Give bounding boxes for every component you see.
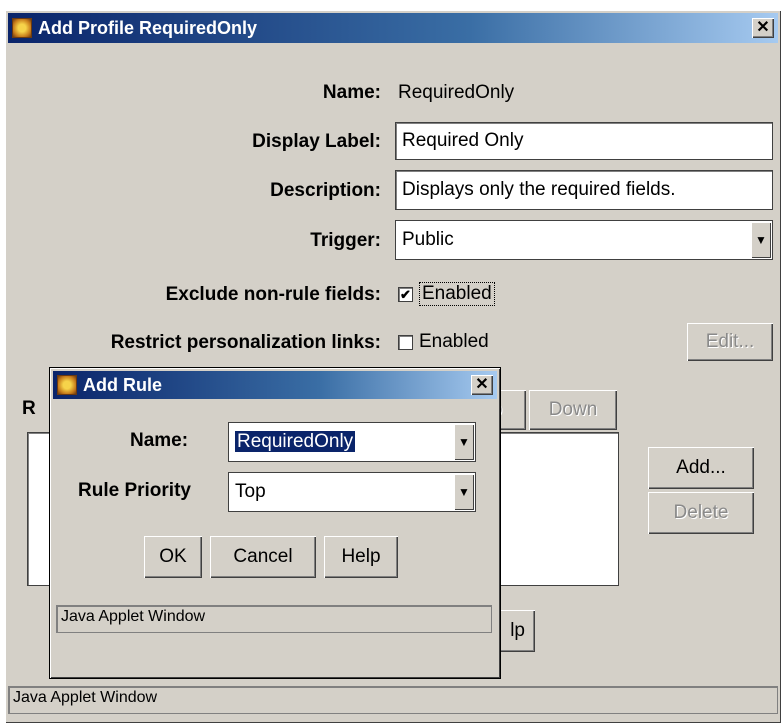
delete-button[interactable]: Delete [648, 492, 754, 534]
cancel-button[interactable]: Cancel [210, 536, 316, 578]
description-field[interactable]: Displays only the required fields. [395, 170, 773, 210]
exclude-checkbox[interactable]: ✔ Enabled [398, 282, 495, 306]
dialog-title: Add Rule [83, 375, 162, 395]
rule-name-value: RequiredOnly [233, 430, 357, 453]
ok-button[interactable]: OK [144, 536, 202, 578]
exclude-label: Exclude non-rule fields: [165, 284, 381, 305]
rule-priority-value: Top [235, 481, 266, 502]
unchecked-box-icon [398, 334, 413, 350]
dialog-close-button[interactable]: ✕ [471, 375, 493, 395]
trigger-value: Public [402, 229, 454, 250]
down-button[interactable]: Down [529, 390, 617, 430]
close-icon: ✕ [756, 19, 770, 36]
window-title: Add Profile RequiredOnly [38, 18, 258, 38]
rule-name-select[interactable]: RequiredOnly ▼ [228, 422, 476, 462]
checkmark-icon: ✔ [398, 286, 413, 302]
add-rule-dialog: Add Rule ✕ Name: RequiredOnly ▼ Rule Pri… [50, 368, 500, 678]
name-label: Name: [322, 82, 381, 103]
exclude-checkbox-label: Enabled [419, 282, 495, 306]
chevron-down-icon[interactable]: ▼ [454, 474, 474, 510]
dialog-title-bar[interactable]: Add Rule ✕ [53, 371, 497, 399]
title-bar[interactable]: Add Profile RequiredOnly ✕ [8, 13, 778, 43]
help-button[interactable]: Help [324, 536, 398, 578]
add-button[interactable]: Add... [648, 447, 754, 489]
display-label-field[interactable]: Required Only [395, 122, 773, 160]
edit-button[interactable]: Edit... [687, 323, 773, 361]
java-app-icon [57, 375, 77, 395]
close-button[interactable]: ✕ [752, 18, 774, 38]
java-app-icon [12, 18, 32, 38]
restrict-checkbox[interactable]: Enabled [398, 331, 489, 353]
display-label-label: Display Label: [252, 131, 381, 152]
rule-priority-select[interactable]: Top ▼ [228, 472, 476, 512]
description-label: Description: [270, 180, 381, 201]
rule-priority-label: Rule Priority [78, 480, 191, 501]
trigger-label: Trigger: [310, 230, 381, 251]
rule-name-label: Name: [130, 430, 189, 451]
rules-label: R [22, 398, 36, 419]
chevron-down-icon[interactable]: ▼ [454, 424, 474, 460]
trigger-select[interactable]: Public ▼ [395, 220, 773, 260]
restrict-label: Restrict personalization links: [110, 332, 381, 353]
chevron-down-icon[interactable]: ▼ [751, 222, 771, 258]
restrict-checkbox-label: Enabled [419, 331, 489, 352]
close-icon: ✕ [475, 376, 489, 393]
name-value: RequiredOnly [398, 82, 515, 103]
status-bar: Java Applet Window [8, 686, 778, 714]
dialog-status-bar: Java Applet Window [56, 605, 492, 633]
